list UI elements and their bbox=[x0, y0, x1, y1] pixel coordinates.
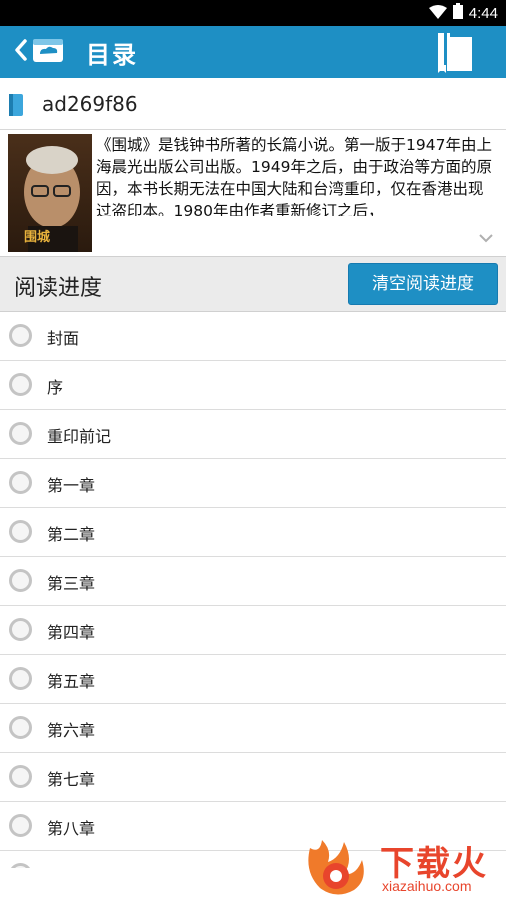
wifi-icon bbox=[428, 4, 447, 23]
status-bar: 4:44 bbox=[0, 0, 506, 26]
back-arrow-icon bbox=[14, 38, 28, 66]
app-bar: 目录 bbox=[0, 26, 506, 78]
chapter-radio[interactable] bbox=[9, 667, 32, 690]
chapter-radio[interactable] bbox=[9, 471, 32, 494]
chapter-label: 第五章 bbox=[47, 672, 96, 691]
chapter-item[interactable]: 第七章 bbox=[0, 753, 506, 802]
reading-progress-title: 阅读进度 bbox=[14, 276, 103, 301]
chapter-radio[interactable] bbox=[9, 765, 32, 788]
book-title-row: ad269f86 bbox=[0, 78, 506, 130]
chapter-label: 第六章 bbox=[47, 721, 96, 740]
chapter-label: 第一章 bbox=[47, 476, 96, 495]
chapter-item[interactable]: 第六章 bbox=[0, 704, 506, 753]
expand-chevron-icon[interactable] bbox=[478, 228, 494, 247]
book-icon bbox=[7, 92, 25, 122]
chapter-label: 重印前记 bbox=[47, 427, 112, 446]
status-time: 4:44 bbox=[468, 4, 498, 22]
watermark: 下载火 xiazaihuo.com bbox=[296, 830, 506, 900]
chapter-label: 第七章 bbox=[47, 770, 96, 789]
watermark-text-en: xiazaihuo.com bbox=[382, 878, 472, 894]
chapter-radio[interactable] bbox=[9, 863, 32, 868]
chapter-item[interactable]: 第二章 bbox=[0, 508, 506, 557]
chapter-radio[interactable] bbox=[9, 520, 32, 543]
chapter-item[interactable]: 第四章 bbox=[0, 606, 506, 655]
chapter-radio[interactable] bbox=[9, 814, 32, 837]
chapter-label: 第三章 bbox=[47, 574, 96, 593]
battery-icon bbox=[452, 3, 463, 23]
description-text: 《围城》是钱钟书所著的长篇小说。第一版于1947年由上海晨光出版公司出版。194… bbox=[96, 136, 492, 216]
chapter-label: 第八章 bbox=[47, 819, 96, 838]
chapter-radio[interactable] bbox=[9, 569, 32, 592]
chapter-label: 序 bbox=[47, 378, 64, 397]
chapter-label: 第四章 bbox=[47, 623, 96, 642]
chapter-label: 第二章 bbox=[47, 525, 96, 544]
cover-title: 围城 bbox=[24, 230, 51, 245]
chapter-label: 封面 bbox=[47, 329, 80, 348]
chapter-radio[interactable] bbox=[9, 618, 32, 641]
page-title: 目录 bbox=[86, 41, 138, 69]
chapter-item[interactable]: 第三章 bbox=[0, 557, 506, 606]
bookmark-button[interactable] bbox=[434, 31, 476, 73]
book-cover: 围城 bbox=[8, 134, 92, 252]
book-name: ad269f86 bbox=[42, 92, 138, 116]
chapter-item[interactable]: 第五章 bbox=[0, 655, 506, 704]
watermark-logo bbox=[300, 836, 372, 900]
chapter-item[interactable]: 封面 bbox=[0, 312, 506, 361]
chapter-item[interactable]: 重印前记 bbox=[0, 410, 506, 459]
back-button[interactable] bbox=[14, 34, 68, 70]
chapter-list: 封面序重印前记第一章第二章第三章第四章第五章第六章第七章第八章第九章 bbox=[0, 312, 506, 868]
clear-progress-button[interactable]: 清空阅读进度 bbox=[348, 263, 498, 305]
chapter-radio[interactable] bbox=[9, 373, 32, 396]
app-logo-icon bbox=[32, 36, 64, 68]
reading-progress-header: 阅读进度 清空阅读进度 bbox=[0, 256, 506, 312]
bookmark-icon bbox=[434, 33, 476, 77]
chapter-radio[interactable] bbox=[9, 422, 32, 445]
chapter-radio[interactable] bbox=[9, 324, 32, 347]
chapter-item[interactable]: 第一章 bbox=[0, 459, 506, 508]
chapter-label: 第九章 bbox=[47, 864, 95, 868]
book-description[interactable]: 围城 《围城》是钱钟书所著的长篇小说。第一版于1947年由上海晨光出版公司出版。… bbox=[0, 130, 506, 256]
chapter-radio[interactable] bbox=[9, 716, 32, 739]
chapter-item[interactable]: 序 bbox=[0, 361, 506, 410]
